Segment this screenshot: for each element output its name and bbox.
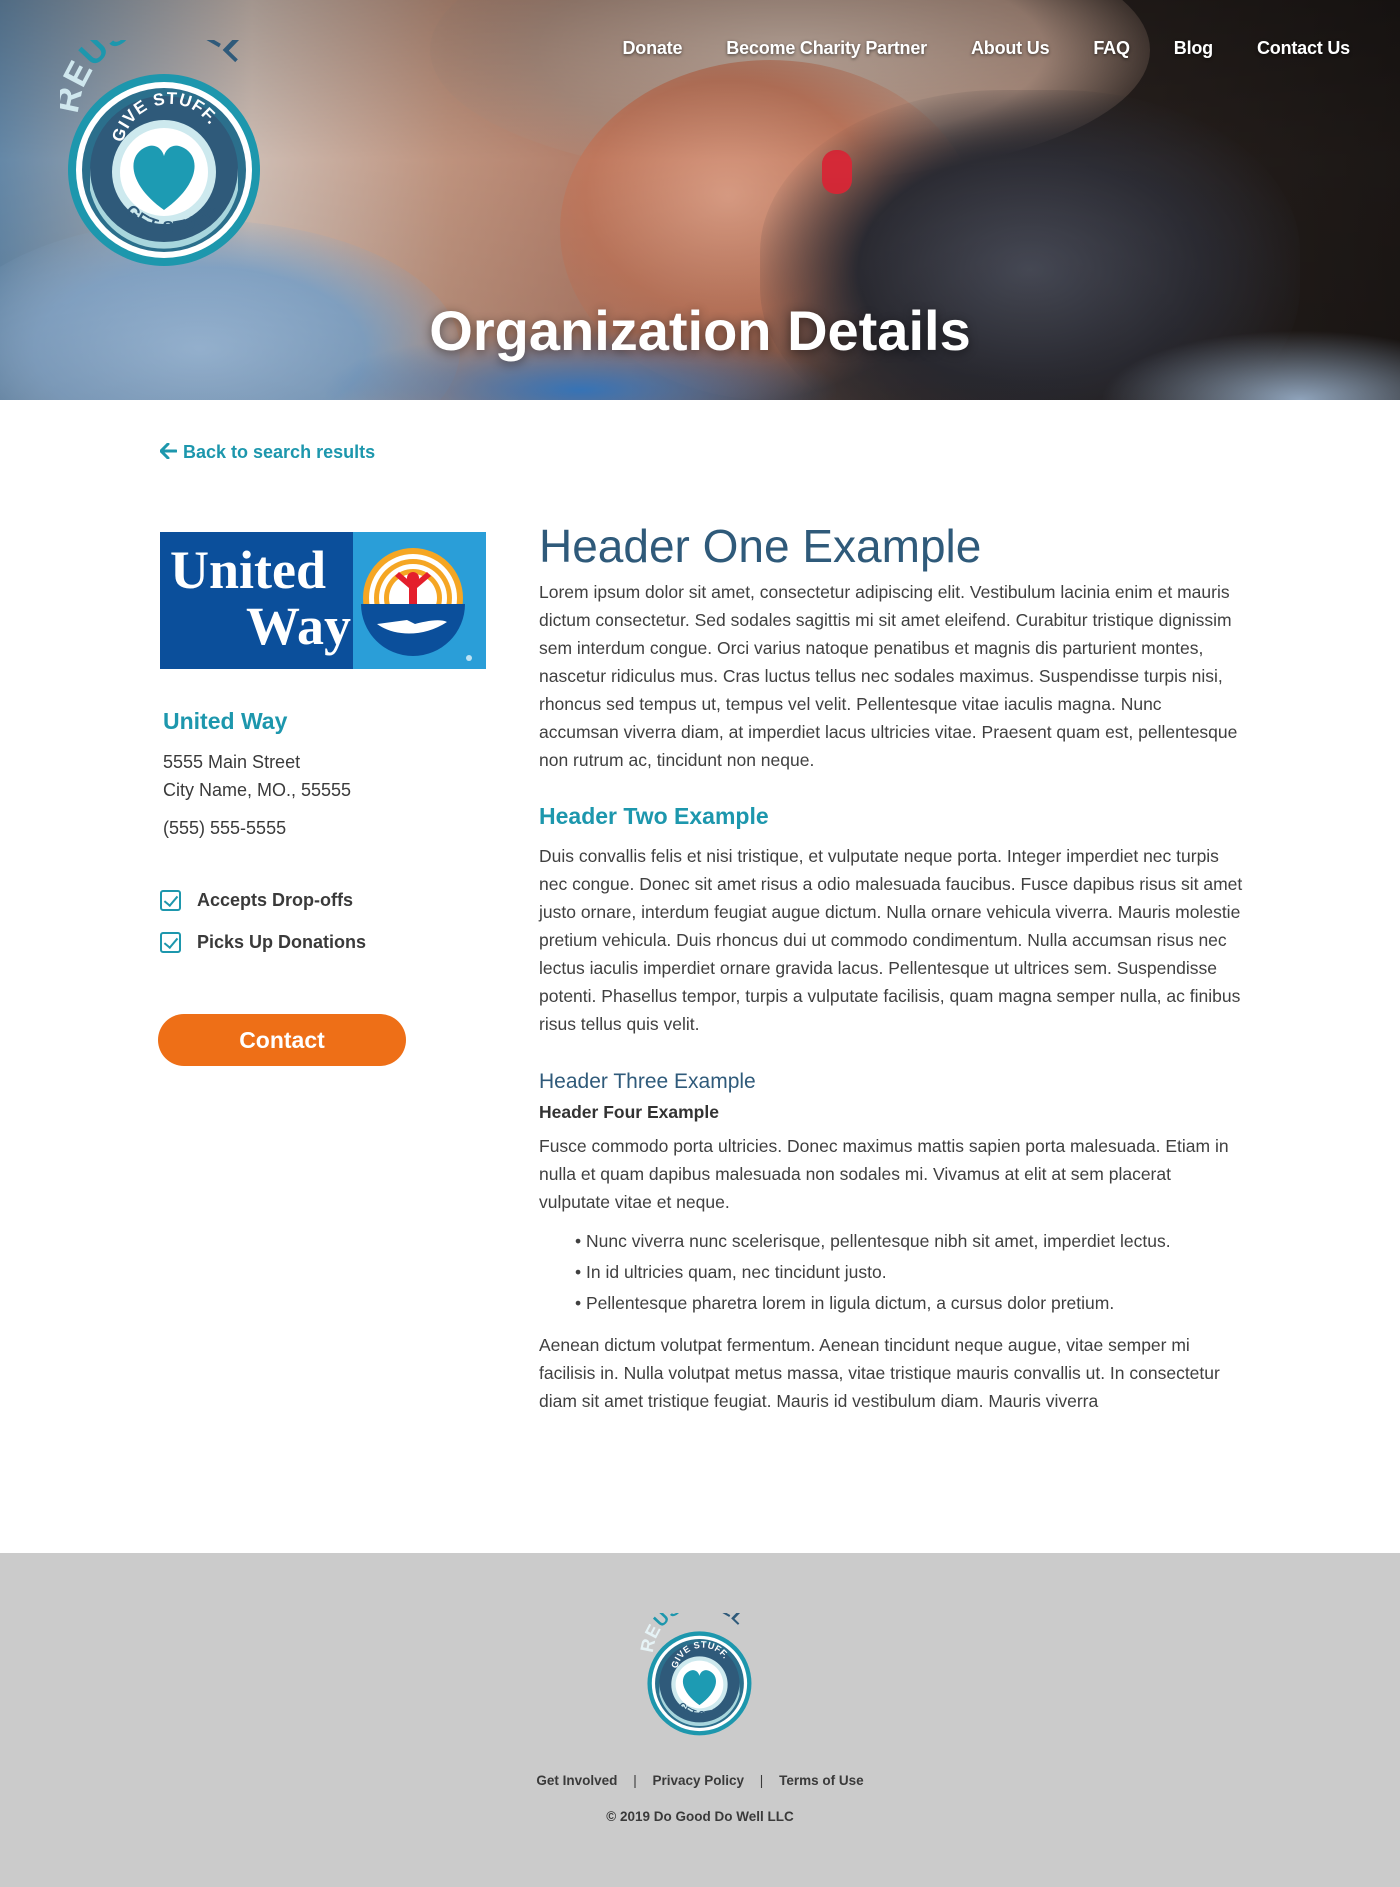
hero-banner: REUSEFULL GIVE STUFF. GET STUFF. Donate … [0,0,1400,400]
feature-label: Picks Up Donations [197,932,367,952]
nav-become-charity-partner[interactable]: Become Charity Partner [726,38,927,59]
list-item: Nunc viverra nunc scelerisque, pellentes… [575,1226,1244,1257]
footer-link-terms-of-use[interactable]: Terms of Use [779,1773,864,1788]
checkbox-checked-icon [160,932,181,953]
footer-links: Get Involved | Privacy Policy | Terms of… [0,1773,1400,1788]
feature-accepts-dropoffs: Accepts Drop-offs [160,890,353,911]
footer-link-get-involved[interactable]: Get Involved [536,1773,617,1788]
copyright-text: © 2019 Do Good Do Well LLC [606,1809,794,1824]
organization-logo: United Way [160,532,486,669]
organization-phone: (555) 555-5555 [163,818,287,838]
main-nav: Donate Become Charity Partner About Us F… [578,38,1350,59]
content-header-two: Header Two Example [539,803,769,829]
reusefull-logo-icon: REUSEFULL GIVE STUFF. GET STUFF. [48,1,260,266]
list-item: Pellentesque pharetra lorem in ligula di… [575,1288,1244,1319]
footer-link-privacy-policy[interactable]: Privacy Policy [652,1773,744,1788]
content-paragraph: Fusce commodo porta ultricies. Donec max… [539,1136,1229,1212]
nav-about-us[interactable]: About Us [971,38,1050,59]
list-item: In id ultricies quam, nec tincidunt just… [575,1257,1244,1288]
content-bullet-list: Nunc viverra nunc scelerisque, pellentes… [575,1226,1244,1319]
nav-contact-us[interactable]: Contact Us [1257,38,1350,59]
organization-address-line1: 5555 Main Street [163,752,301,772]
page-title: Organization Details [429,299,971,362]
content-header-one: Header One Example [539,520,982,572]
footer-separator: | [759,1773,764,1788]
reusefull-logo-icon: REUSEFULL GIVE STUFF. GET STUFF. [636,1591,752,1736]
nav-donate[interactable]: Donate [622,38,682,59]
back-link-label: Back to search results [183,442,376,462]
contact-button[interactable]: Contact [158,1014,406,1066]
organization-logo-word: United [170,540,327,600]
organization-address-line2: City Name, MO., 55555 [163,780,352,800]
footer-separator: | [633,1773,637,1788]
organization-logo-word: Way [246,596,352,656]
content-header-four: Header Four Example [539,1102,719,1122]
site-logo[interactable]: REUSEFULL GIVE STUFF. GET STUFF. [48,1,270,280]
organization-name: United Way [163,708,288,734]
content-header-three: Header Three Example [539,1070,756,1093]
organization-description: Header One Example Lorem ipsum dolor sit… [539,518,1244,1415]
united-way-emblem-icon [353,532,486,669]
content-paragraph: Lorem ipsum dolor sit amet, consectetur … [539,582,1238,770]
footer-logo[interactable]: REUSEFULL GIVE STUFF. GET STUFF. [636,1591,760,1743]
nav-faq[interactable]: FAQ [1093,38,1130,59]
content-paragraph: Aenean dictum volutpat fermentum. Aenean… [539,1335,1220,1411]
organization-logo-wordmark: United Way [160,532,353,669]
nav-blog[interactable]: Blog [1174,38,1213,59]
checkbox-checked-icon [160,890,181,911]
site-footer: REUSEFULL GIVE STUFF. GET STUFF. Get Inv… [0,1553,1400,1887]
back-to-results-link[interactable]: Back to search results [159,442,376,463]
content-paragraph: Duis convallis felis et nisi tristique, … [539,846,1243,1034]
arrow-left-icon [159,442,178,463]
feature-picks-up-donations: Picks Up Donations [160,932,366,953]
feature-label: Accepts Drop-offs [197,890,354,910]
